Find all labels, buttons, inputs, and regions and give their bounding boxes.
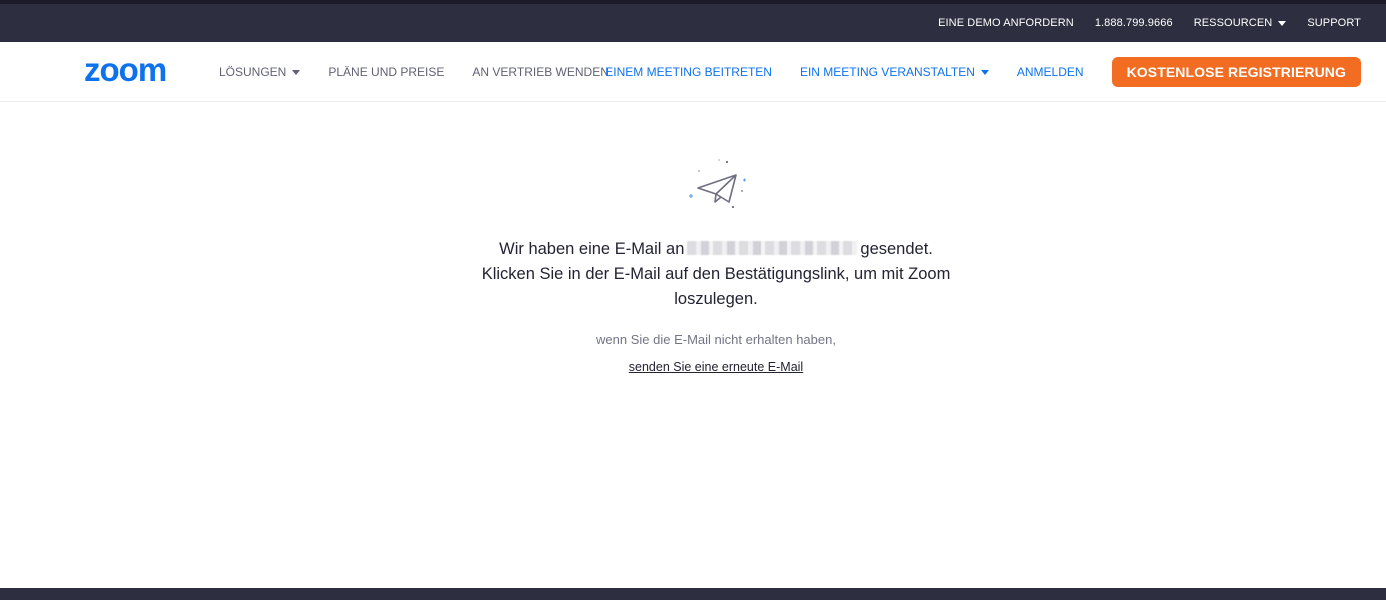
redacted-email-address bbox=[687, 241, 858, 255]
email-confirmation-panel: Wir haben eine E-Mail an gesendet. Klicke… bbox=[0, 103, 1386, 588]
sign-in-link[interactable]: ANMELDEN bbox=[1017, 65, 1084, 79]
phone-number[interactable]: 1.888.799.9666 bbox=[1095, 17, 1173, 29]
confirmation-message: Wir haben eine E-Mail an gesendet. Klicke… bbox=[443, 237, 989, 312]
sign-up-free-button[interactable]: KOSTENLOSE REGISTRIERUNG bbox=[1111, 57, 1361, 87]
svg-text:zoom: zoom bbox=[84, 55, 166, 87]
message-line2: Klicken Sie in der E-Mail auf den Bestät… bbox=[481, 265, 951, 308]
chevron-down-icon bbox=[980, 69, 989, 75]
join-meeting-link[interactable]: EINEM MEETING BEITRETEN bbox=[605, 65, 772, 79]
paper-plane-icon bbox=[689, 159, 746, 209]
message-line1-end: gesendet. bbox=[860, 240, 933, 258]
support-link[interactable]: SUPPORT bbox=[1307, 17, 1361, 29]
solutions-menu[interactable]: LÖSUNGEN bbox=[219, 65, 301, 79]
message-line1-start: Wir haben eine E-Mail an bbox=[499, 240, 685, 258]
solutions-label: LÖSUNGEN bbox=[219, 65, 287, 79]
chevron-down-icon bbox=[1278, 20, 1287, 26]
top-utility-bar: EINE DEMO ANFORDERN 1.888.799.9666 RESSO… bbox=[0, 0, 1386, 42]
footer-bar bbox=[0, 588, 1386, 600]
host-meeting-menu[interactable]: EIN MEETING VERANSTALTEN bbox=[800, 65, 989, 79]
resources-label: RESSOURCEN bbox=[1193, 17, 1273, 29]
request-demo-link[interactable]: EINE DEMO ANFORDERN bbox=[938, 17, 1074, 29]
not-received-text: wenn Sie die E-Mail nicht erhalten haben… bbox=[596, 332, 836, 347]
chevron-down-icon bbox=[292, 69, 301, 75]
main-navigation: zoom LÖSUNGEN PLÄNE UND PREISE AN VERTRI… bbox=[0, 42, 1386, 102]
resend-email-link[interactable]: senden Sie eine erneute E-Mail bbox=[629, 360, 803, 374]
resend-email-row: senden Sie eine erneute E-Mail bbox=[443, 360, 989, 374]
zoom-logo[interactable]: zoom bbox=[84, 55, 188, 87]
resources-menu[interactable]: RESSOURCEN bbox=[1194, 17, 1287, 29]
plans-pricing-link[interactable]: PLÄNE UND PREISE bbox=[328, 65, 444, 79]
host-meeting-label: EIN MEETING VERANSTALTEN bbox=[799, 65, 975, 79]
